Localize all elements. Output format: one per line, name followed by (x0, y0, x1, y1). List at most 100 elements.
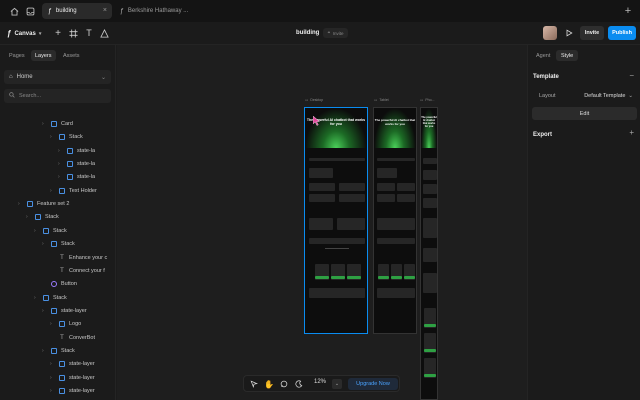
layer-label: ConverBot (69, 334, 95, 341)
tab-style[interactable]: Style (556, 50, 579, 61)
pricing-button (424, 374, 436, 377)
document-title[interactable]: building (296, 30, 319, 36)
feature-card (397, 183, 415, 191)
feature-heading (309, 168, 333, 178)
chevron-right-icon[interactable]: › (58, 148, 63, 154)
frame-label-tablet[interactable]: ▭ Tablet (374, 98, 389, 102)
zoom-level[interactable]: 12% (314, 379, 326, 385)
chevron-right-icon[interactable]: › (42, 241, 47, 247)
pointer-tool-icon[interactable] (249, 379, 259, 389)
close-icon[interactable]: × (103, 7, 107, 14)
chevron-right-icon[interactable]: › (34, 295, 39, 301)
edit-button[interactable]: Edit (532, 107, 637, 120)
frame-phone[interactable]: The powerful AI chatbot that works for y… (420, 107, 438, 400)
tab-assets[interactable]: Assets (59, 50, 84, 61)
layer-label: Text Holder (69, 187, 97, 194)
page-name: Home (16, 74, 33, 80)
text-layer-icon: T (60, 267, 64, 274)
zoom-dropdown[interactable]: ⌄ (332, 379, 342, 389)
feature-card (377, 194, 395, 202)
chevron-right-icon[interactable]: › (42, 348, 47, 354)
chevron-right-icon[interactable]: › (50, 188, 55, 194)
chevron-right-icon[interactable]: › (42, 308, 47, 314)
chevron-right-icon[interactable]: › (50, 375, 55, 381)
pricing-button (404, 276, 415, 279)
layer-label: Stack (53, 227, 67, 234)
inbox-icon[interactable] (24, 5, 36, 17)
template-section-title: Template (533, 74, 559, 80)
pricing-button (391, 276, 402, 279)
chevron-down-icon: ▾ (38, 30, 42, 37)
feature-card (423, 198, 437, 208)
tab-label: Berkshire Hathaway ... (127, 8, 189, 14)
text-block (309, 218, 333, 230)
frame-desktop[interactable]: The powerful AI chatbot that works for y… (304, 107, 368, 334)
feature-card (309, 194, 335, 202)
framer-logo-icon: ƒ (7, 29, 12, 38)
preview-button[interactable] (563, 27, 575, 39)
stack-icon (59, 321, 65, 328)
frame-label-text: Desktop (310, 98, 324, 102)
layout-select[interactable]: Default Template ⌄ (577, 90, 637, 102)
insert-icon[interactable]: + (52, 27, 64, 39)
search-input[interactable] (19, 93, 104, 99)
chevron-right-icon[interactable]: › (58, 174, 63, 180)
framer-icon: ƒ (120, 7, 124, 15)
chevron-right-icon[interactable]: › (18, 201, 23, 207)
text-block (377, 238, 415, 244)
stack-icon (67, 174, 73, 181)
frame-label-phone[interactable]: ▭ Pho... (420, 98, 434, 102)
publish-button[interactable]: Publish (608, 26, 636, 40)
add-icon[interactable]: + (629, 128, 634, 137)
layer-row[interactable]: › Feature set 2 (18, 198, 128, 210)
dark-mode-icon[interactable] (294, 379, 304, 389)
chevron-right-icon[interactable]: › (50, 361, 55, 367)
tab-pages[interactable]: Pages (5, 50, 29, 61)
frame-icon[interactable] (67, 27, 79, 39)
vector-icon[interactable] (98, 27, 110, 39)
frame-label-text: Tablet (379, 98, 389, 102)
tab-agent[interactable]: Agent (531, 50, 555, 61)
left-panel: Pages Layers Assets ⌂ Home ⌄ › Card › Stack… (0, 45, 116, 400)
layer-label: state-la (77, 147, 96, 154)
home-icon[interactable] (8, 5, 20, 17)
collapse-icon[interactable]: − (629, 71, 634, 80)
chevron-right-icon[interactable]: › (34, 228, 39, 234)
hand-tool-icon[interactable]: ✋ (264, 379, 274, 389)
new-tab-icon[interactable]: + (622, 5, 634, 17)
frame-label-desktop[interactable]: ▭ Desktop (305, 98, 323, 102)
layer-label: Enhance your c (69, 254, 108, 261)
tab-berkshire[interactable]: ƒ Berkshire Hathaway ... (114, 3, 234, 19)
link-icon: ⚭ (327, 30, 331, 35)
stack-icon (43, 294, 49, 301)
canvas-menu-button[interactable]: ƒ Canvas ▾ (4, 26, 46, 41)
text-block (377, 218, 415, 230)
upgrade-button[interactable]: Upgrade Now (348, 378, 398, 390)
comment-icon[interactable] (279, 379, 289, 389)
chevron-right-icon[interactable]: › (58, 161, 63, 167)
text-block (423, 218, 437, 238)
avatar[interactable] (543, 26, 557, 40)
page-selector[interactable]: ⌂ Home ⌄ (4, 70, 111, 84)
tab-building[interactable]: ƒ building × (42, 3, 112, 19)
canvas[interactable]: ▭ Desktop ▭ Tablet ▭ Pho... The powerful AI… (117, 45, 527, 400)
hero-headline: The powerful AI chatbot that works for y… (374, 118, 416, 126)
chevron-right-icon[interactable]: › (50, 388, 55, 394)
text-tool-icon[interactable]: T (83, 27, 95, 39)
chevron-right-icon[interactable]: › (50, 134, 55, 140)
search-field[interactable] (4, 89, 111, 103)
chevron-right-icon[interactable]: › (42, 121, 47, 127)
feature-card (339, 194, 365, 202)
invite-button[interactable]: Invite (580, 26, 604, 40)
layer-label: Feature set 2 (37, 201, 70, 208)
framer-icon: ƒ (48, 7, 52, 15)
text-block (337, 218, 365, 230)
chevron-right-icon[interactable]: › (26, 214, 31, 220)
layer-label: Connect your f (69, 267, 105, 274)
pricing-button (331, 276, 345, 279)
stack-icon (59, 388, 65, 394)
chevron-right-icon[interactable]: › (50, 321, 55, 327)
pricing-button (315, 276, 329, 279)
frame-tablet[interactable]: The powerful AI chatbot that works for y… (373, 107, 417, 334)
tab-layers[interactable]: Layers (31, 50, 56, 61)
